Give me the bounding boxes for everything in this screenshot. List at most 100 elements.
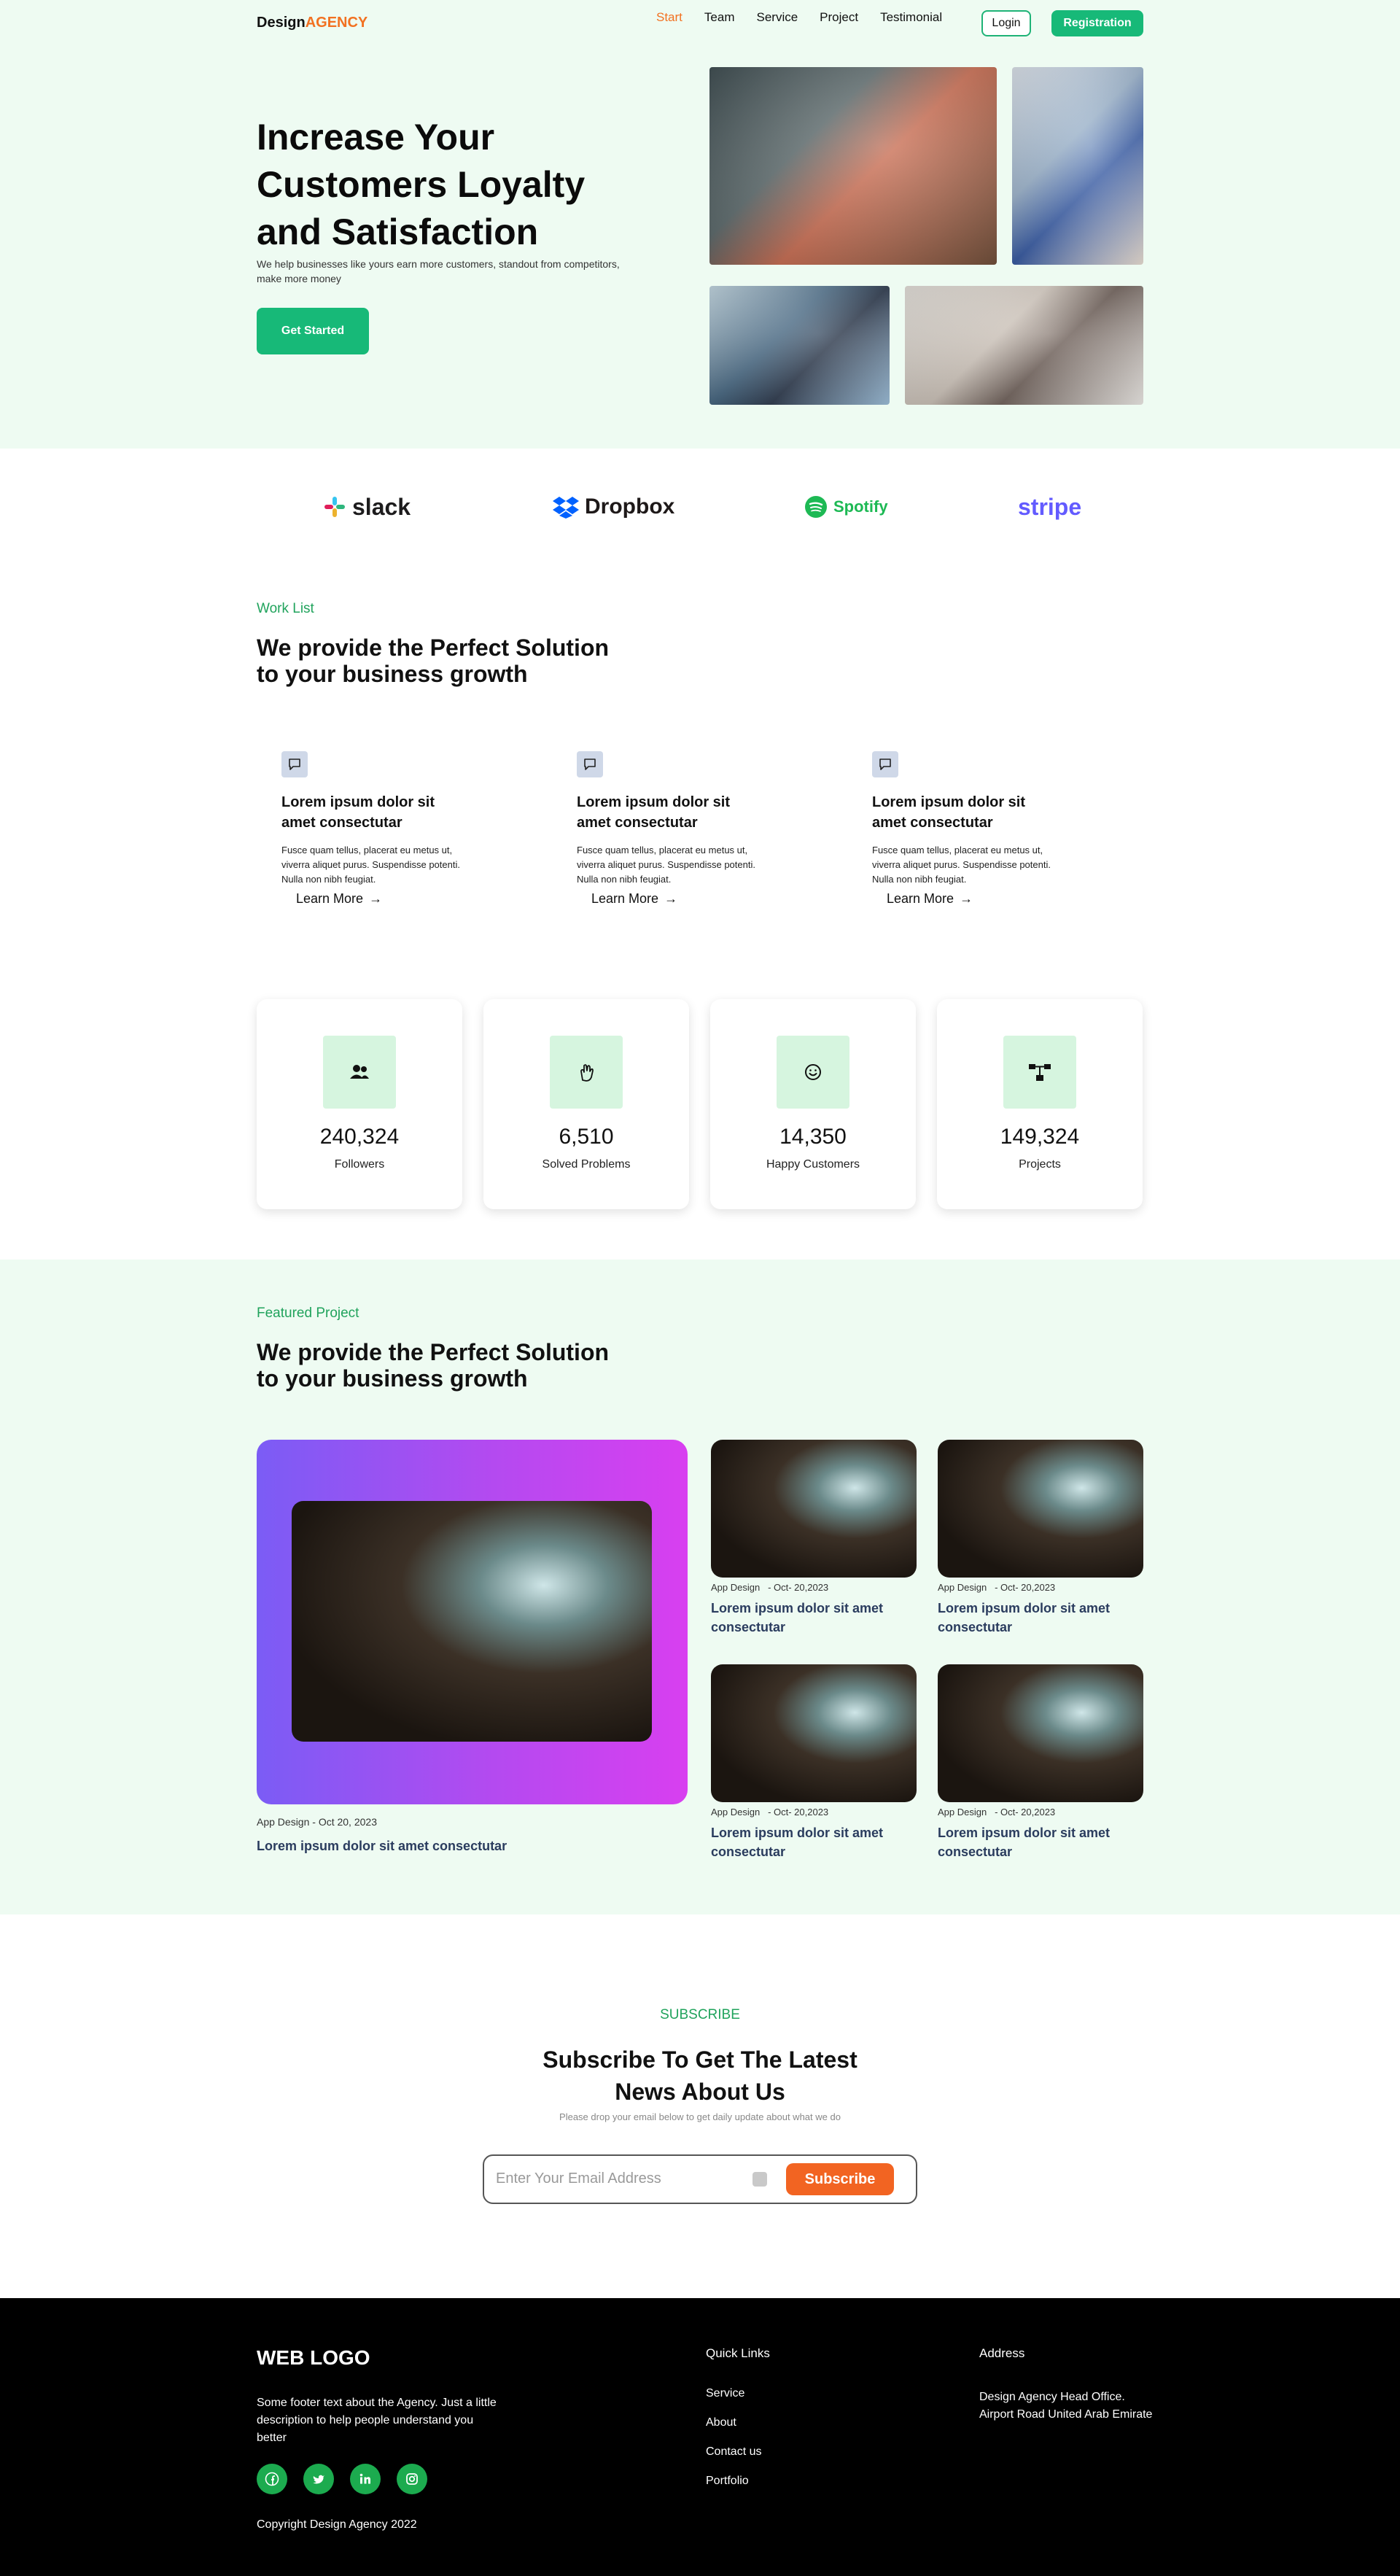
nav-service[interactable]: Service	[756, 10, 798, 25]
featured-eyebrow: Featured Project	[257, 1306, 359, 1321]
footer-link-portfolio[interactable]: Portfolio	[706, 2475, 749, 2488]
subscribe-form: Enter Your Email Address Subscribe	[483, 2154, 917, 2204]
brand-slack: slack	[323, 489, 411, 525]
work-card: Lorem ipsum dolor sit amet consectutar F…	[577, 751, 759, 907]
twitter-icon[interactable]	[303, 2464, 334, 2494]
work-card-body: Fusce quam tellus, placerat eu metus ut,…	[872, 845, 1051, 885]
brand-logos: slack Dropbox Spotify stripe	[0, 489, 1400, 525]
registration-button[interactable]: Registration	[1051, 10, 1143, 36]
stat-value: 6,510	[559, 1125, 614, 1149]
featured-card-image	[711, 1440, 917, 1578]
work-card-title: Lorem ipsum dolor sit amet consectutar	[281, 794, 435, 831]
brand-spotify: Spotify	[804, 489, 888, 525]
site-logo[interactable]: DesignAGENCY	[257, 15, 368, 31]
linkedin-icon[interactable]	[350, 2464, 381, 2494]
footer-logo[interactable]: WEB LOGO	[257, 2346, 370, 2370]
subscribe-button[interactable]: Subscribe	[786, 2163, 894, 2195]
brand-slack-label: slack	[352, 493, 411, 520]
featured-card-image	[711, 1664, 917, 1802]
featured-card-date: - Oct- 20,2023	[768, 1582, 829, 1593]
logo-main: Design	[257, 15, 306, 31]
stat-value: 240,324	[319, 1125, 400, 1149]
footer-about: Some footer text about the Agency. Just …	[257, 2397, 497, 2444]
main-nav: Start Team Service Project Testimonial	[656, 10, 942, 25]
worklist-eyebrow: Work List	[257, 601, 314, 616]
work-card: Lorem ipsum dolor sit amet consectutar F…	[281, 751, 464, 907]
nav-testimonial[interactable]: Testimonial	[880, 10, 942, 25]
featured-main-meta: App Design - Oct 20, 2023	[257, 1816, 377, 1828]
featured-card[interactable]: App Design - Oct- 20,2023 Lorem ipsum do…	[938, 1440, 1143, 1637]
featured-card[interactable]: App Design - Oct- 20,2023 Lorem ipsum do…	[711, 1440, 917, 1637]
hand-icon	[550, 1036, 623, 1109]
featured-card-meta: App Design - Oct- 20,2023	[711, 1807, 917, 1817]
featured-card[interactable]: App Design - Oct- 20,2023 Lorem ipsum do…	[938, 1664, 1143, 1861]
learn-more-label: Learn More	[591, 891, 659, 906]
featured-card-category: App Design	[938, 1582, 987, 1593]
stat-card-projects: 149,324 Projects	[937, 999, 1143, 1209]
learn-more-link[interactable]: Learn More →	[591, 891, 677, 907]
featured-card-title[interactable]: Lorem ipsum dolor sit amet consectutar	[711, 1823, 917, 1861]
footer-link-about[interactable]: About	[706, 2416, 736, 2429]
hero-title: Increase Your Customers Loyalty and Sati…	[257, 117, 586, 252]
featured-card-title[interactable]: Lorem ipsum dolor sit amet consectutar	[938, 1599, 1143, 1637]
stat-value: 149,324	[1000, 1125, 1080, 1149]
learn-more-label: Learn More	[296, 891, 364, 906]
featured-main-title[interactable]: Lorem ipsum dolor sit amet consectutar	[257, 1839, 507, 1854]
nav-start[interactable]: Start	[656, 10, 682, 25]
address-title: Address	[979, 2346, 1025, 2360]
spotify-icon	[805, 496, 827, 518]
featured-main-card[interactable]	[257, 1440, 688, 1804]
featured-card-title[interactable]: Lorem ipsum dolor sit amet consectutar	[938, 1823, 1143, 1861]
featured-card-category: App Design	[711, 1807, 761, 1817]
slack-icon	[324, 497, 345, 517]
dropbox-icon	[553, 497, 579, 519]
featured-card-meta: App Design - Oct- 20,2023	[938, 1807, 1143, 1817]
login-button[interactable]: Login	[981, 10, 1031, 36]
hero-photo-woman-desk	[905, 286, 1143, 405]
featured-card-date: - Oct- 20,2023	[768, 1807, 829, 1817]
subscribe-title-line1: Subscribe To Get The Latest	[542, 2047, 858, 2073]
brand-stripe-label: stripe	[1018, 493, 1082, 520]
quick-links-title: Quick Links	[706, 2346, 770, 2360]
message-icon	[281, 751, 308, 777]
footer-link-contact[interactable]: Contact us	[706, 2445, 761, 2459]
stat-card-followers: 240,324 Followers	[257, 999, 462, 1209]
arrow-right-icon: →	[369, 891, 383, 906]
featured-card-image	[938, 1440, 1143, 1578]
worklist-title: We provide the Perfect Solution to your …	[257, 635, 610, 687]
featured-card-date: - Oct- 20,2023	[995, 1807, 1056, 1817]
learn-more-link[interactable]: Learn More →	[887, 891, 973, 907]
diagram-icon	[1003, 1036, 1076, 1109]
work-card-body: Fusce quam tellus, placerat eu metus ut,…	[577, 845, 755, 885]
learn-more-link[interactable]: Learn More →	[296, 891, 382, 907]
featured-card-title[interactable]: Lorem ipsum dolor sit amet consectutar	[711, 1599, 917, 1637]
featured-card-meta: App Design - Oct- 20,2023	[938, 1582, 1143, 1593]
subscribe-note: Please drop your email below to get dail…	[559, 2111, 841, 2122]
copyright: Copyright Design Agency 2022	[257, 2518, 417, 2531]
facebook-icon[interactable]	[257, 2464, 287, 2494]
stat-label: Happy Customers	[766, 1158, 860, 1171]
subscribe-title: Subscribe To Get The Latest News About U…	[0, 2044, 1400, 2108]
featured-main-image	[292, 1501, 652, 1742]
arrow-right-icon: →	[960, 891, 973, 906]
brand-dropbox: Dropbox	[553, 489, 674, 525]
hero-photo-developer	[709, 286, 890, 405]
featured-card-meta: App Design - Oct- 20,2023	[711, 1582, 917, 1593]
footer-link-service[interactable]: Service	[706, 2387, 744, 2400]
social-links	[257, 2464, 427, 2494]
nav-project[interactable]: Project	[820, 10, 858, 25]
message-icon	[577, 751, 603, 777]
autofill-icon	[752, 2172, 767, 2187]
stat-card-solved: 6,510 Solved Problems	[483, 999, 689, 1209]
stat-card-happy: 14,350 Happy Customers	[710, 999, 916, 1209]
email-input[interactable]: Enter Your Email Address	[496, 2170, 661, 2187]
subscribe-eyebrow: SUBSCRIBE	[660, 2007, 740, 2022]
nav-team[interactable]: Team	[704, 10, 735, 25]
arrow-right-icon: →	[664, 891, 678, 906]
featured-card[interactable]: App Design - Oct- 20,2023 Lorem ipsum do…	[711, 1664, 917, 1861]
smile-icon	[777, 1036, 849, 1109]
get-started-button[interactable]: Get Started	[257, 308, 369, 354]
instagram-icon[interactable]	[397, 2464, 427, 2494]
brand-dropbox-label: Dropbox	[585, 494, 675, 519]
message-icon	[872, 751, 898, 777]
